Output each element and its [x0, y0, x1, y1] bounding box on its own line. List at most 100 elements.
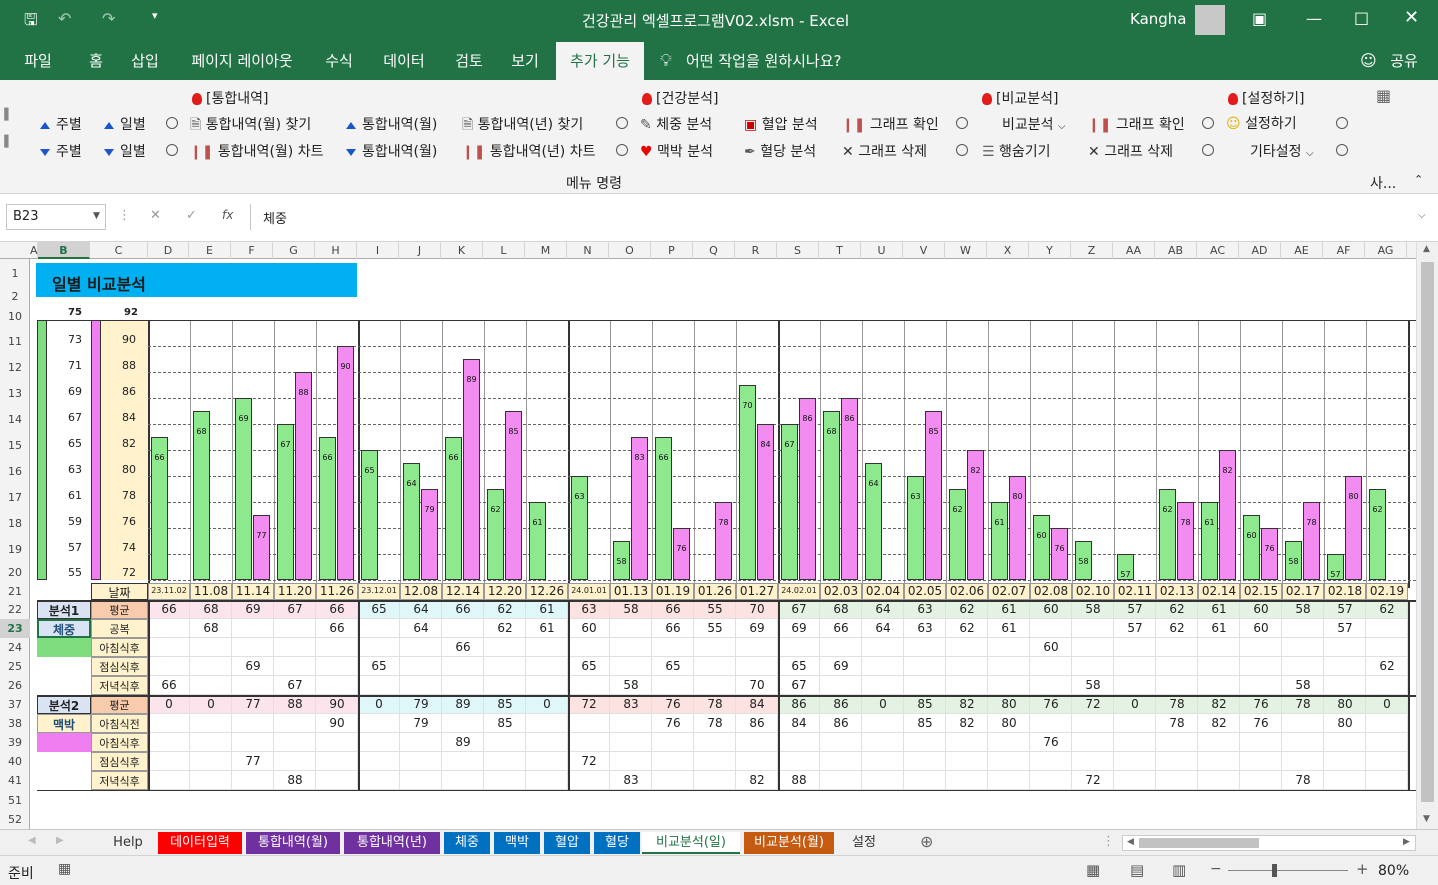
data-cell[interactable]: 68 [820, 602, 862, 616]
scroll-left-icon[interactable]: ◀ [1127, 837, 1134, 847]
minimize-icon[interactable]: — [1306, 9, 1322, 28]
data-cell[interactable]: 84 [736, 697, 778, 711]
tab-page-layout[interactable]: 페이지 레이아웃 [180, 42, 304, 80]
data-cell[interactable]: 68 [190, 602, 232, 616]
enter-icon[interactable]: ✓ [186, 208, 197, 223]
row-header-18[interactable]: 18 [0, 511, 30, 537]
chevron-down-icon[interactable]: ▼ [93, 211, 100, 221]
data-cell[interactable]: 78 [694, 716, 736, 730]
row-header-11[interactable]: 11 [0, 329, 30, 355]
data-cell[interactable]: 88 [274, 773, 316, 787]
data-cell[interactable]: 69 [736, 621, 778, 635]
sheet-tab[interactable]: 혈압 [544, 832, 590, 854]
data-cell[interactable]: 64 [400, 621, 442, 635]
btn-monthly-up[interactable]: 통합내역(월) [346, 114, 437, 134]
data-cell[interactable]: 69 [232, 659, 274, 673]
column-header-p[interactable]: P [651, 242, 693, 259]
data-cell[interactable]: 65 [358, 602, 400, 616]
data-cell[interactable]: 63 [904, 602, 946, 616]
btn-graph-check-1[interactable]: ❙❚ 그래프 확인 [842, 114, 939, 134]
data-cell[interactable]: 88 [274, 697, 316, 711]
data-cell[interactable]: 66 [820, 621, 862, 635]
tab-scroll-right-icon[interactable]: ▶ [56, 835, 64, 846]
data-cell[interactable]: 57 [1324, 621, 1366, 635]
maximize-icon[interactable]: □ [1354, 8, 1369, 27]
data-cell[interactable]: 0 [358, 697, 400, 711]
data-cell[interactable]: 62 [484, 621, 526, 635]
data-cell[interactable]: 67 [274, 602, 316, 616]
data-cell[interactable]: 66 [442, 640, 484, 654]
data-cell[interactable]: 79 [400, 716, 442, 730]
sheet-tab[interactable]: 데이터입력 [158, 832, 242, 854]
row-header-24[interactable]: 24 [0, 638, 30, 657]
data-cell[interactable]: 65 [568, 659, 610, 673]
row-header-26[interactable]: 26 [0, 676, 30, 695]
data-cell[interactable]: 61 [526, 602, 568, 616]
vertical-scroll-thumb[interactable] [1421, 262, 1434, 802]
data-cell[interactable]: 64 [400, 602, 442, 616]
collapse-ribbon-icon[interactable]: ⌃ [1414, 173, 1423, 186]
column-header-u[interactable]: U [861, 242, 903, 259]
row-header-13[interactable]: 13 [0, 381, 30, 407]
column-header-l[interactable]: L [483, 242, 525, 259]
column-header-ab[interactable]: AB [1155, 242, 1197, 259]
macro-record-icon[interactable]: ▦ [58, 861, 71, 877]
row-header-14[interactable]: 14 [0, 407, 30, 433]
column-header-w[interactable]: W [945, 242, 987, 259]
column-header-o[interactable]: O [609, 242, 651, 259]
btn-settings[interactable]: ☺ 설정하기 [1226, 113, 1297, 133]
scroll-down-icon[interactable]: ▼ [1423, 814, 1430, 824]
radio-9[interactable] [1202, 142, 1214, 158]
radio-6[interactable] [166, 142, 178, 158]
btn-graph-check-2[interactable]: ❙❚ 그래프 확인 [1088, 114, 1185, 134]
btn-monthly-find[interactable]: 🗎 통합내역(월) 찾기 [190, 114, 311, 138]
horizontal-scrollbar[interactable]: ◀ ▶ [1122, 835, 1416, 851]
data-cell[interactable]: 62 [1156, 602, 1198, 616]
analysis-item[interactable]: 맥박 [37, 716, 91, 733]
data-cell[interactable]: 61 [988, 602, 1030, 616]
close-icon[interactable]: ✕ [1404, 7, 1419, 28]
data-cell[interactable]: 78 [694, 697, 736, 711]
cancel-icon[interactable]: ✕ [150, 208, 161, 223]
data-cell[interactable]: 58 [1282, 602, 1324, 616]
tab-view[interactable]: 보기 [500, 42, 550, 80]
data-cell[interactable]: 76 [1030, 735, 1072, 749]
column-header-m[interactable]: M [525, 242, 567, 259]
quick-access-customize-icon[interactable]: ▾ [152, 9, 158, 22]
radio-4[interactable] [1202, 115, 1214, 131]
column-header-ad[interactable]: AD [1239, 242, 1281, 259]
sheet-tab[interactable]: 통합내역(년) [344, 832, 440, 854]
data-cell[interactable]: 70 [736, 602, 778, 616]
column-header-g[interactable]: G [273, 242, 315, 259]
data-cell[interactable]: 66 [148, 678, 190, 692]
data-cell[interactable]: 69 [232, 602, 274, 616]
data-cell[interactable]: 82 [1198, 697, 1240, 711]
sheet-tab[interactable]: 체중 [444, 832, 490, 854]
data-cell[interactable]: 58 [1072, 602, 1114, 616]
data-cell[interactable]: 66 [652, 602, 694, 616]
data-cell[interactable]: 90 [316, 716, 358, 730]
data-cell[interactable]: 90 [316, 697, 358, 711]
data-cell[interactable]: 60 [1240, 602, 1282, 616]
btn-yearly-find[interactable]: 🗎 통합내역(년) 찾기 [462, 114, 583, 138]
column-header-aa[interactable]: AA [1113, 242, 1155, 259]
tab-review[interactable]: 검토 [444, 42, 494, 80]
horizontal-scroll-thumb[interactable] [1139, 838, 1259, 848]
row-header-41[interactable]: 41 [0, 771, 30, 791]
row-header-15[interactable]: 15 [0, 433, 30, 459]
data-cell[interactable]: 62 [1366, 659, 1408, 673]
data-cell[interactable]: 0 [526, 697, 568, 711]
column-header-c[interactable]: C [90, 242, 148, 259]
share-button[interactable]: 공유 [1384, 42, 1424, 80]
data-cell[interactable]: 66 [316, 602, 358, 616]
column-header-j[interactable]: J [399, 242, 441, 259]
row-header-19[interactable]: 19 [0, 537, 30, 562]
redo-icon[interactable]: ↷ [102, 9, 115, 28]
expand-formula-icon[interactable]: ⌵ [1418, 210, 1426, 221]
data-cell[interactable]: 67 [274, 678, 316, 692]
data-cell[interactable]: 84 [778, 716, 820, 730]
data-cell[interactable]: 66 [442, 602, 484, 616]
btn-monthly-chart[interactable]: ❙❚ 통합내역(월) 차트 [190, 141, 323, 161]
data-cell[interactable]: 76 [652, 716, 694, 730]
row-header-10[interactable]: 10 [0, 305, 30, 329]
